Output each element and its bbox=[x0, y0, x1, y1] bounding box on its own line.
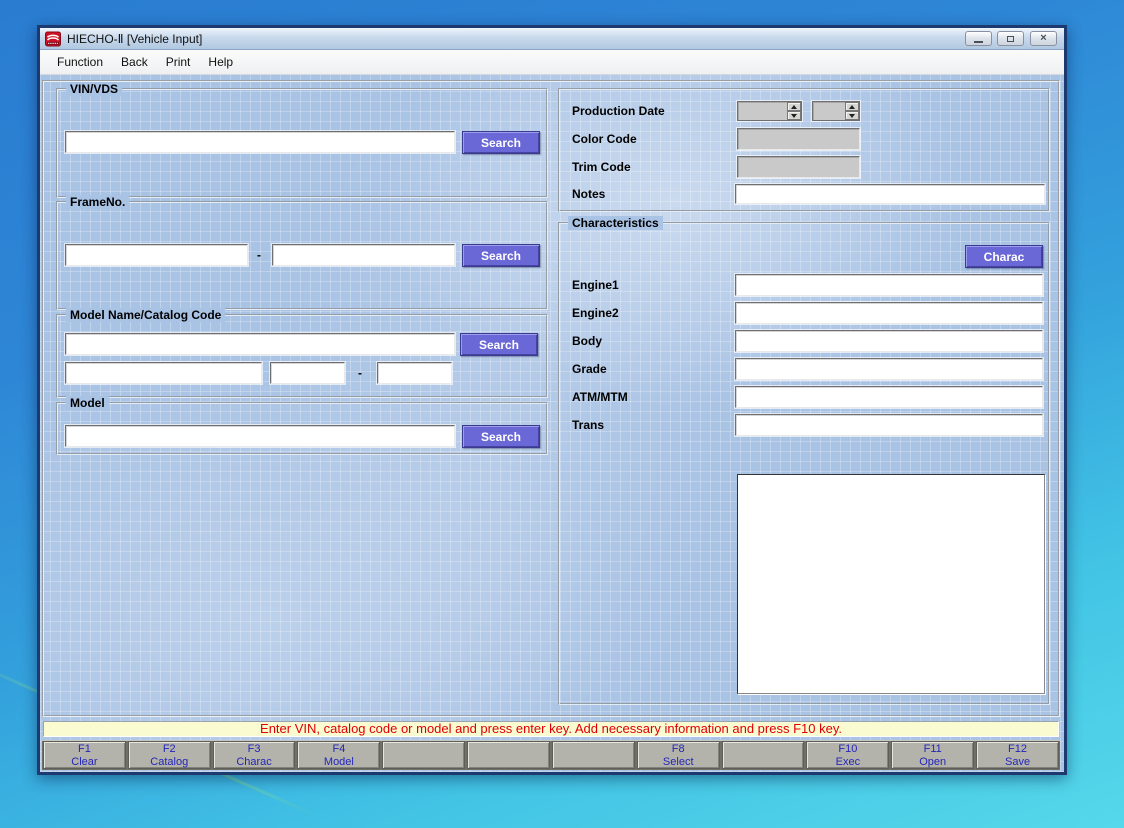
fkey-f3-charac[interactable]: F3 Charac bbox=[213, 741, 296, 769]
function-key-bar: F1 Clear F2 Catalog F3 Charac F4 Model bbox=[42, 740, 1060, 770]
trans-label: Trans bbox=[572, 418, 604, 432]
catalog-sub1-input[interactable] bbox=[65, 362, 262, 384]
fkey-key: F8 bbox=[638, 743, 719, 756]
frame-no-from-input[interactable] bbox=[65, 244, 248, 266]
fkey-f11-open[interactable]: F11 Open bbox=[891, 741, 974, 769]
catalog-code-group-label: Model Name/Catalog Code bbox=[66, 308, 225, 322]
fkey-f4-model[interactable]: F4 Model bbox=[297, 741, 380, 769]
characteristics-group-label: Characteristics bbox=[568, 216, 663, 230]
fkey-empty-6 bbox=[467, 741, 550, 769]
fkey-empty-7 bbox=[552, 741, 635, 769]
fkey-key: F3 bbox=[214, 743, 295, 756]
color-code-input bbox=[737, 128, 860, 150]
fkey-key: F12 bbox=[977, 743, 1058, 756]
close-icon: × bbox=[1040, 33, 1046, 44]
window-title: HIECHO-Ⅱ [Vehicle Input] bbox=[67, 32, 202, 46]
app-icon bbox=[45, 31, 61, 47]
fkey-label: Catalog bbox=[129, 756, 210, 769]
vin-vds-group-label: VIN/VDS bbox=[66, 82, 122, 96]
catalog-code-group: Model Name/Catalog Code Search - bbox=[56, 314, 548, 398]
atm-mtm-input[interactable] bbox=[735, 386, 1043, 408]
model-group-label: Model bbox=[66, 396, 109, 410]
notes-label: Notes bbox=[572, 187, 605, 201]
menu-bar: Function Back Print Help bbox=[40, 50, 1064, 75]
fkey-key: F2 bbox=[129, 743, 210, 756]
fkey-label: Clear bbox=[44, 756, 125, 769]
production-date-label: Production Date bbox=[572, 104, 665, 118]
fkey-label: Charac bbox=[214, 756, 295, 769]
frame-no-search-button[interactable]: Search bbox=[462, 244, 540, 267]
menu-back[interactable]: Back bbox=[112, 52, 157, 72]
catalog-sub2-input[interactable] bbox=[270, 362, 345, 384]
fkey-label: Exec bbox=[807, 756, 888, 769]
fkey-f10-exec[interactable]: F10 Exec bbox=[806, 741, 889, 769]
catalog-sub3-input[interactable] bbox=[377, 362, 452, 384]
fkey-empty-5 bbox=[382, 741, 465, 769]
client-area: VIN/VDS Search FrameNo. - Search Model N… bbox=[40, 75, 1064, 772]
menu-function[interactable]: Function bbox=[48, 52, 112, 72]
characteristics-group: Characteristics Charac Engine1 Engine2 B… bbox=[558, 222, 1050, 705]
year-spin-down-icon[interactable] bbox=[787, 111, 801, 120]
month-spin-up-icon[interactable] bbox=[845, 102, 859, 111]
trim-code-input bbox=[737, 156, 860, 178]
month-spin-down-icon[interactable] bbox=[845, 111, 859, 120]
app-window: HIECHO-Ⅱ [Vehicle Input] × Function Back… bbox=[37, 25, 1067, 775]
frame-no-to-input[interactable] bbox=[272, 244, 455, 266]
desktop: { "window": { "title": "HIECHO-Ⅱ [Vehicl… bbox=[0, 0, 1124, 828]
trans-input[interactable] bbox=[735, 414, 1043, 436]
engine2-label: Engine2 bbox=[572, 306, 619, 320]
menu-help[interactable]: Help bbox=[199, 52, 242, 72]
vin-vds-group: VIN/VDS Search bbox=[56, 88, 548, 198]
trim-code-label: Trim Code bbox=[572, 160, 631, 174]
status-bar: Enter VIN, catalog code or model and pre… bbox=[43, 721, 1059, 737]
menu-print[interactable]: Print bbox=[157, 52, 200, 72]
frame-no-separator: - bbox=[257, 248, 261, 262]
fkey-label: Open bbox=[892, 756, 973, 769]
frame-no-group-label: FrameNo. bbox=[66, 195, 129, 209]
fkey-f1-clear[interactable]: F1 Clear bbox=[43, 741, 126, 769]
production-date-month-spinner[interactable] bbox=[812, 101, 860, 121]
grade-label: Grade bbox=[572, 362, 607, 376]
engine1-label: Engine1 bbox=[572, 278, 619, 292]
catalog-separator: - bbox=[358, 366, 362, 380]
fkey-label: Save bbox=[977, 756, 1058, 769]
close-button[interactable]: × bbox=[1030, 31, 1057, 46]
model-search-button[interactable]: Search bbox=[462, 425, 540, 448]
color-code-label: Color Code bbox=[572, 132, 637, 146]
vin-input[interactable] bbox=[65, 131, 455, 153]
fkey-empty-9 bbox=[722, 741, 805, 769]
body-label: Body bbox=[572, 334, 602, 348]
vin-search-button[interactable]: Search bbox=[462, 131, 540, 154]
model-input[interactable] bbox=[65, 425, 455, 447]
catalog-code-search-button[interactable]: Search bbox=[460, 333, 538, 356]
catalog-code-input[interactable] bbox=[65, 333, 455, 355]
fkey-f8-select[interactable]: F8 Select bbox=[637, 741, 720, 769]
fkey-key: F1 bbox=[44, 743, 125, 756]
fkey-label: Select bbox=[638, 756, 719, 769]
notes-input[interactable] bbox=[735, 184, 1045, 204]
charac-button[interactable]: Charac bbox=[965, 245, 1043, 268]
characteristics-list[interactable] bbox=[737, 474, 1045, 694]
engine1-input[interactable] bbox=[735, 274, 1043, 296]
grade-input[interactable] bbox=[735, 358, 1043, 380]
fkey-key: F11 bbox=[892, 743, 973, 756]
fkey-f12-save[interactable]: F12 Save bbox=[976, 741, 1059, 769]
fkey-label: Model bbox=[298, 756, 379, 769]
engine2-input[interactable] bbox=[735, 302, 1043, 324]
minimize-button[interactable] bbox=[965, 31, 992, 46]
fkey-key: F10 bbox=[807, 743, 888, 756]
body-input[interactable] bbox=[735, 330, 1043, 352]
frame-no-group: FrameNo. - Search bbox=[56, 201, 548, 310]
year-spin-up-icon[interactable] bbox=[787, 102, 801, 111]
model-group: Model Search bbox=[56, 402, 548, 455]
production-date-year-spinner[interactable] bbox=[737, 101, 802, 121]
atm-mtm-label: ATM/MTM bbox=[572, 390, 628, 404]
restore-button[interactable] bbox=[997, 31, 1024, 46]
vehicle-info-group: Production Date Color Code Trim Code Not… bbox=[558, 88, 1050, 212]
title-bar[interactable]: HIECHO-Ⅱ [Vehicle Input] × bbox=[40, 28, 1064, 50]
fkey-key: F4 bbox=[298, 743, 379, 756]
fkey-f2-catalog[interactable]: F2 Catalog bbox=[128, 741, 211, 769]
minimize-icon bbox=[974, 41, 983, 43]
restore-icon bbox=[1007, 36, 1014, 42]
